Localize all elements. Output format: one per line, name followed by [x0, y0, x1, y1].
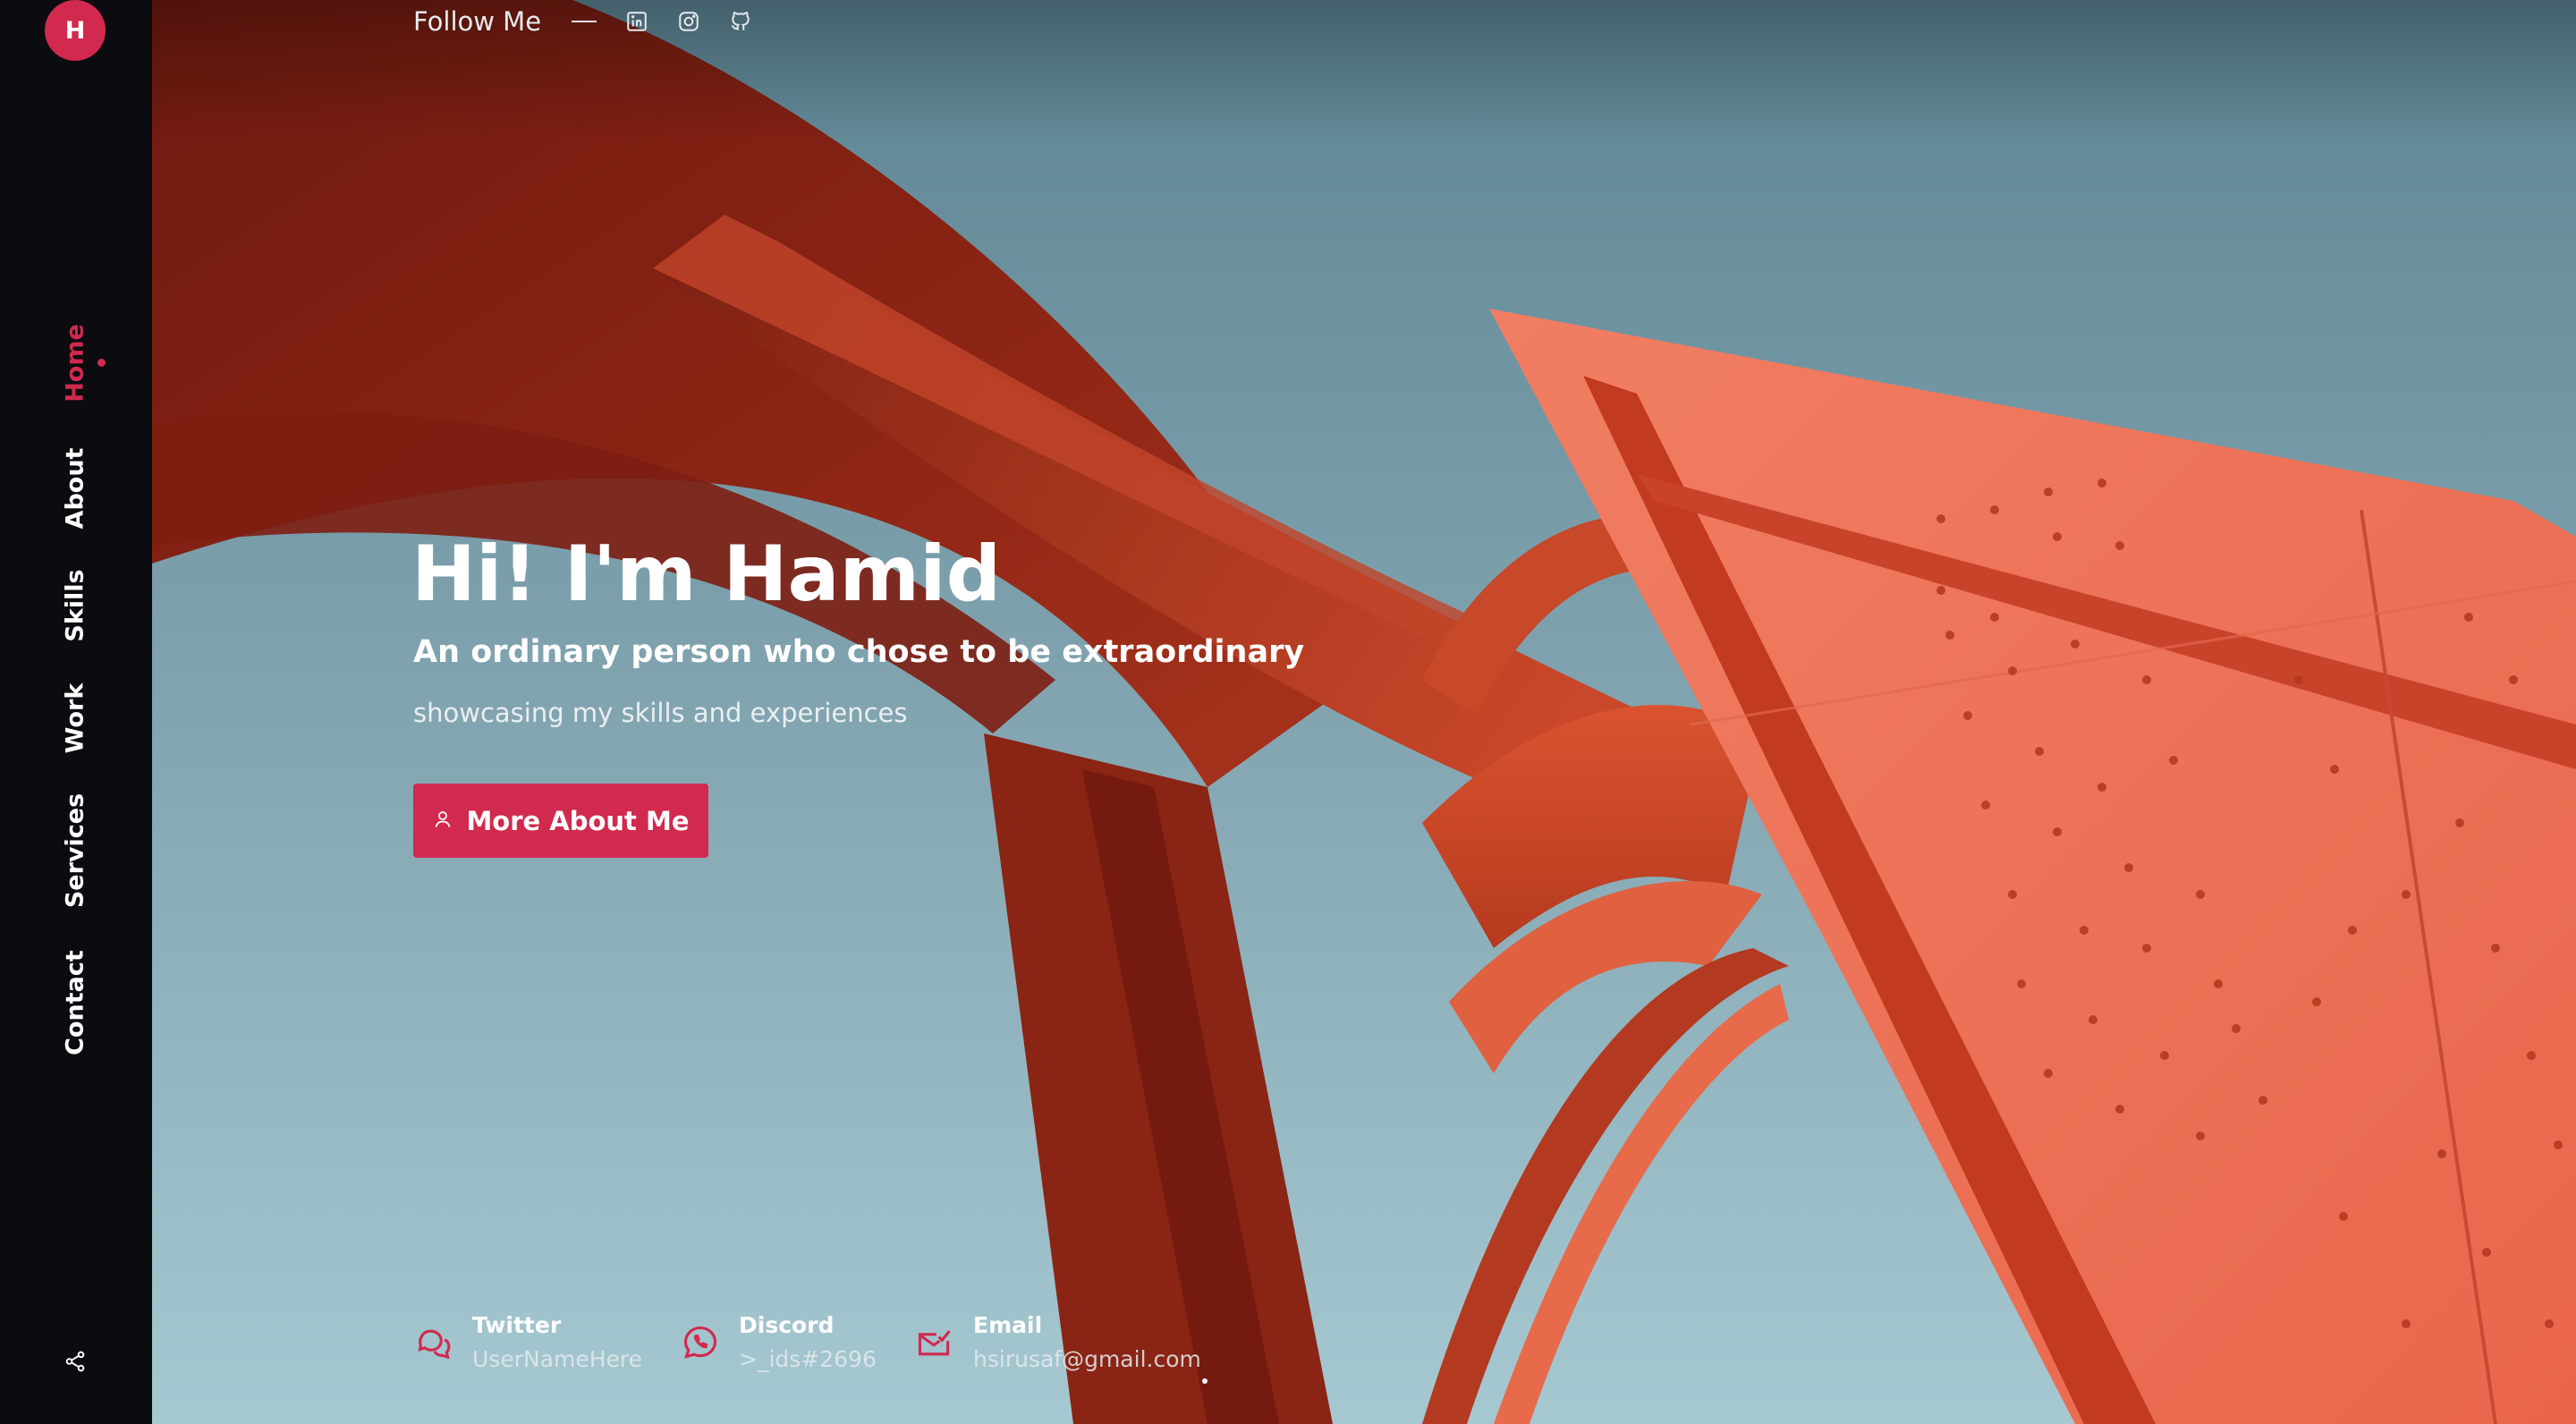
- nav-item-contact[interactable]: Contact: [62, 950, 89, 1055]
- contact-title: Discord: [739, 1312, 835, 1338]
- nav-item-services[interactable]: Services: [62, 793, 89, 908]
- nav-item-work[interactable]: Work: [62, 683, 89, 754]
- nav-item-about[interactable]: About: [62, 448, 89, 530]
- chat-bubbles-icon: [413, 1322, 454, 1363]
- nav-item-skills[interactable]: Skills: [62, 569, 89, 641]
- sidebar: H Home About Skills Work Services Contac…: [0, 0, 152, 1424]
- follow-label: Follow Me: [413, 6, 542, 37]
- share-icon[interactable]: [62, 1348, 89, 1375]
- github-icon[interactable]: [727, 8, 754, 35]
- cta-label: More About Me: [466, 805, 690, 836]
- decorative-dot: [1202, 1378, 1208, 1384]
- user-icon: [432, 806, 453, 836]
- contact-value: hsirusaf@gmail.com: [973, 1346, 1201, 1372]
- mail-icon: [914, 1322, 955, 1363]
- contact-value: UserNameHere: [472, 1346, 643, 1372]
- instagram-icon[interactable]: [675, 8, 702, 35]
- linkedin-icon[interactable]: [623, 8, 650, 35]
- nav-item-home[interactable]: Home: [62, 324, 89, 403]
- hero-tagline: showcasing my skills and experiences: [413, 698, 908, 728]
- contact-discord[interactable]: Discord >_ids#2696: [680, 1311, 877, 1379]
- hero-title: Hi! I'm Hamid: [411, 530, 1002, 619]
- contact-twitter[interactable]: Twitter UserNameHere: [413, 1311, 642, 1379]
- contact-title: Email: [973, 1312, 1043, 1338]
- follow-divider: [572, 21, 597, 22]
- phone-chat-icon: [680, 1322, 721, 1363]
- contact-title: Twitter: [472, 1312, 562, 1338]
- active-nav-dot: [97, 359, 106, 367]
- contact-value: >_ids#2696: [739, 1346, 877, 1372]
- more-about-me-button[interactable]: More About Me: [413, 784, 708, 858]
- contact-email[interactable]: Email hsirusaf@gmail.com: [914, 1311, 1201, 1379]
- follow-bar: Follow Me: [413, 5, 779, 38]
- logo[interactable]: H: [45, 0, 106, 61]
- hero-subtitle: An ordinary person who chose to be extra…: [413, 634, 1305, 670]
